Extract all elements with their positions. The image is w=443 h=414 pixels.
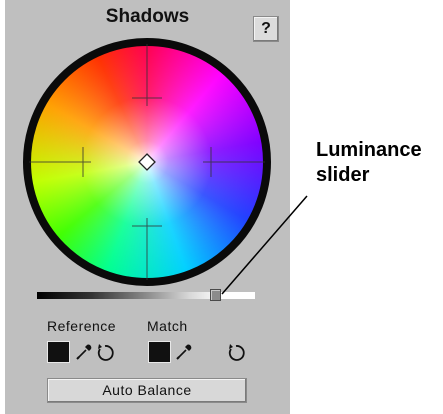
callout-line-2: slider xyxy=(316,164,370,186)
callout-leader-line xyxy=(221,195,308,295)
luminance-slider-callout: Luminance slider xyxy=(316,138,443,188)
callout-line-1: Luminance xyxy=(316,139,422,161)
